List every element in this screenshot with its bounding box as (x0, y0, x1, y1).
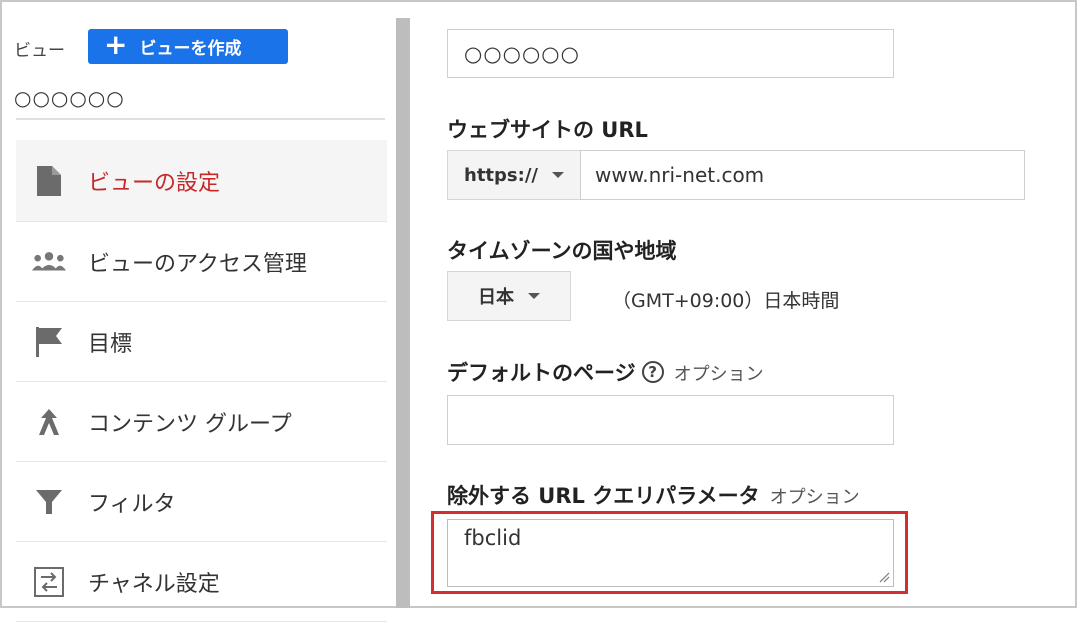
panel-divider-scrollbar[interactable] (396, 18, 410, 608)
plus-icon: + (104, 28, 128, 61)
sidebar-item-label: コンテンツ グループ (88, 411, 292, 437)
view-name: ○○○○○○ (14, 86, 125, 110)
website-url-heading: ウェブサイトの URL (447, 118, 648, 142)
default-page-label: デフォルトのページ (447, 361, 636, 385)
sidebar-item-label: 目標 (88, 331, 133, 357)
protocol-value: https:// (464, 164, 538, 186)
exclude-params-value: fbclid (464, 526, 522, 550)
default-page-input[interactable] (447, 395, 894, 445)
timezone-heading: タイムゾーンの国や地域 (447, 239, 677, 263)
sidebar-item-view-access[interactable]: ビューのアクセス管理 (16, 222, 387, 302)
sidebar-item-label: ビューのアクセス管理 (88, 251, 307, 277)
sidebar-nav: ビューの設定 ビューのアクセス管理 目標 コンテンツ グループ フィルタ チャネ… (16, 140, 387, 622)
sidebar-item-label: ビューの設定 (88, 170, 221, 196)
sidebar-item-filters[interactable]: フィルタ (16, 462, 387, 542)
chevron-down-icon (551, 172, 564, 178)
sidebar-item-view-settings[interactable]: ビューの設定 (16, 140, 387, 222)
help-icon[interactable]: ? (641, 361, 664, 383)
exclude-params-textarea[interactable]: fbclid (447, 519, 894, 587)
resize-grip-icon[interactable] (878, 571, 890, 583)
view-name-input[interactable]: ○○○○○○ (447, 29, 894, 78)
protocol-dropdown[interactable]: https:// (447, 150, 581, 200)
timezone-value: （GMT+09:00）日本時間 (612, 290, 840, 312)
timezone-country-dropdown[interactable]: 日本 (447, 271, 571, 321)
optional-label: オプション (769, 487, 860, 508)
sidebar-divider (16, 118, 385, 120)
website-url-input[interactable]: www.nri-net.com (580, 150, 1025, 200)
people-icon (32, 245, 66, 279)
view-label: ビュー (14, 41, 65, 61)
default-page-heading: デフォルトのページ? オプション (447, 357, 764, 387)
exclude-params-heading: 除外する URL クエリパラメータ オプション (447, 480, 860, 510)
sidebar-item-content-grouping[interactable]: コンテンツ グループ (16, 382, 387, 462)
content-grouping-icon (32, 405, 66, 439)
flag-icon (32, 325, 66, 359)
sidebar-item-goals[interactable]: 目標 (16, 302, 387, 382)
sidebar-item-label: フィルタ (88, 491, 176, 517)
country-value: 日本 (478, 287, 514, 308)
filter-icon (32, 485, 66, 519)
channel-settings-icon (32, 565, 66, 599)
optional-label: オプション (673, 364, 764, 385)
sidebar-item-channel-settings[interactable]: チャネル設定 (16, 542, 387, 622)
chevron-down-icon (528, 293, 540, 299)
create-view-label: ビューを作成 (139, 39, 242, 59)
document-icon (32, 164, 66, 198)
sidebar-item-label: チャネル設定 (88, 571, 220, 597)
exclude-params-label: 除外する URL クエリパラメータ (447, 484, 760, 508)
create-view-button[interactable]: + ビューを作成 (88, 29, 288, 64)
